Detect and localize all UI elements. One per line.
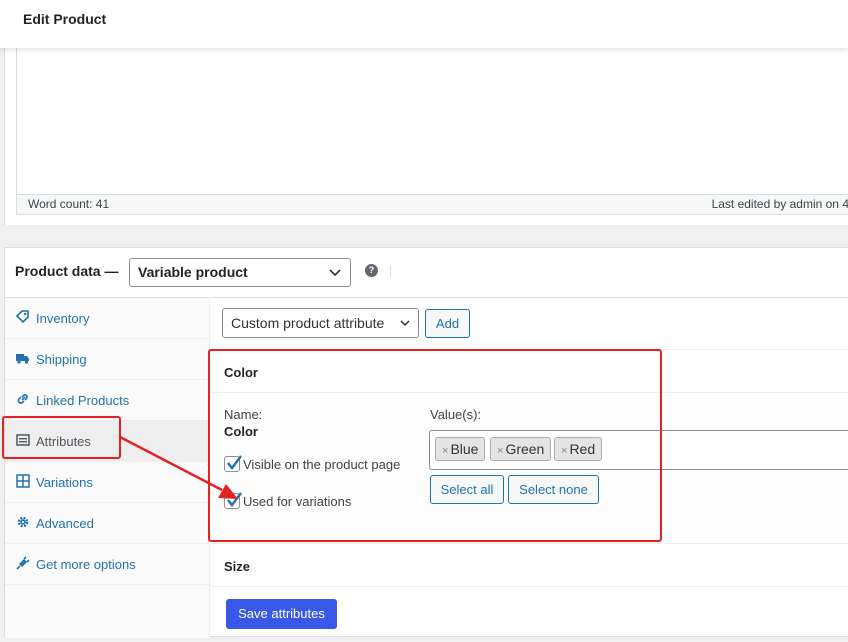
tab-label: Shipping [36, 352, 87, 367]
question-circle-icon[interactable]: ? [365, 264, 378, 277]
product-data-header: Product data — Variable product ? [5, 248, 848, 298]
chip-label: Blue [450, 441, 479, 457]
remove-icon[interactable]: × [561, 445, 567, 457]
last-edited: Last edited by admin on 4 [711, 197, 848, 211]
values-label: Value(s): [430, 407, 482, 422]
attribute-name-value: Color [224, 424, 258, 439]
plugin-icon [16, 556, 30, 570]
link-icon [17, 394, 28, 404]
word-count: Word count: 41 [28, 197, 110, 211]
tab-linked-products[interactable]: Linked Products [5, 380, 210, 421]
attribute-name-heading: Size [224, 559, 251, 574]
attribute-values-field[interactable]: × Blue × Green × Red [429, 430, 848, 470]
product-type-select[interactable]: Variable product [129, 258, 351, 287]
truck-icon [16, 354, 29, 364]
attributes-panel: Custom product attribute Add Color Name:… [210, 298, 848, 638]
attribute-body-color: Name: Color Visible on the product page … [210, 393, 848, 543]
tab-inventory[interactable]: Inventory [5, 298, 210, 339]
attribute-header-size[interactable]: Size [210, 543, 848, 587]
header-divider [390, 265, 391, 277]
tab-advanced[interactable]: Advanced [5, 503, 210, 544]
grid-icon [16, 474, 30, 488]
chip-label: Green [505, 441, 545, 457]
name-label: Name: [224, 407, 263, 422]
tag-icon [16, 310, 29, 324]
chevron-down-icon [400, 320, 410, 327]
used-for-variations-label: Used for variations [243, 494, 352, 509]
used-for-variations-checkbox[interactable] [224, 492, 242, 509]
product-data-label: Product data — [15, 263, 119, 279]
tab-label: Get more options [36, 557, 136, 572]
remove-icon[interactable]: × [442, 445, 448, 457]
tab-label: Attributes [36, 434, 91, 449]
description-editor: Word count: 41 Last edited by admin on 4 [4, 48, 848, 225]
editor-status-bar: Word count: 41 Last edited by admin on 4 [16, 195, 848, 215]
list-icon [16, 434, 30, 446]
tab-get-more-options[interactable]: Get more options [5, 544, 210, 585]
save-attributes-button[interactable]: Save attributes [226, 599, 337, 629]
select-none-button[interactable]: Select none [508, 475, 599, 504]
add-attribute-button[interactable]: Add [425, 309, 470, 338]
attribute-header-color[interactable]: Color [210, 349, 848, 393]
product-data-tabs: Inventory Shipping Linked Products Attri… [5, 298, 210, 638]
visible-checkbox[interactable] [224, 455, 242, 472]
tab-label: Advanced [36, 516, 94, 531]
tab-attributes[interactable]: Attributes [5, 421, 210, 462]
attribute-type-select[interactable]: Custom product attribute [222, 308, 419, 338]
tab-variations[interactable]: Variations [5, 462, 210, 503]
tab-label: Inventory [36, 311, 90, 326]
editor-text-area[interactable] [16, 48, 848, 195]
attribute-type-value: Custom product attribute [231, 315, 385, 331]
value-chip-red[interactable]: × Red [554, 437, 603, 461]
value-chip-green[interactable]: × Green [490, 437, 552, 461]
chip-label: Red [569, 441, 596, 457]
select-all-button[interactable]: Select all [430, 475, 504, 504]
value-chip-blue[interactable]: × Blue [435, 437, 486, 461]
attribute-name-heading: Color [224, 365, 258, 380]
page-title: Edit Product [23, 11, 107, 27]
gear-icon [17, 516, 29, 528]
tab-shipping[interactable]: Shipping [5, 339, 210, 380]
chevron-down-icon [329, 269, 341, 277]
checkmark-icon [227, 492, 242, 507]
product-type-value: Variable product [138, 264, 248, 280]
top-bar: Edit Product [0, 0, 848, 48]
remove-icon[interactable]: × [497, 445, 503, 457]
product-data-box: Product data — Variable product ? Invent… [4, 247, 848, 638]
checkmark-icon [227, 455, 242, 470]
visible-label: Visible on the product page [243, 457, 401, 472]
tab-label: Variations [36, 475, 93, 490]
tab-label: Linked Products [36, 393, 130, 408]
